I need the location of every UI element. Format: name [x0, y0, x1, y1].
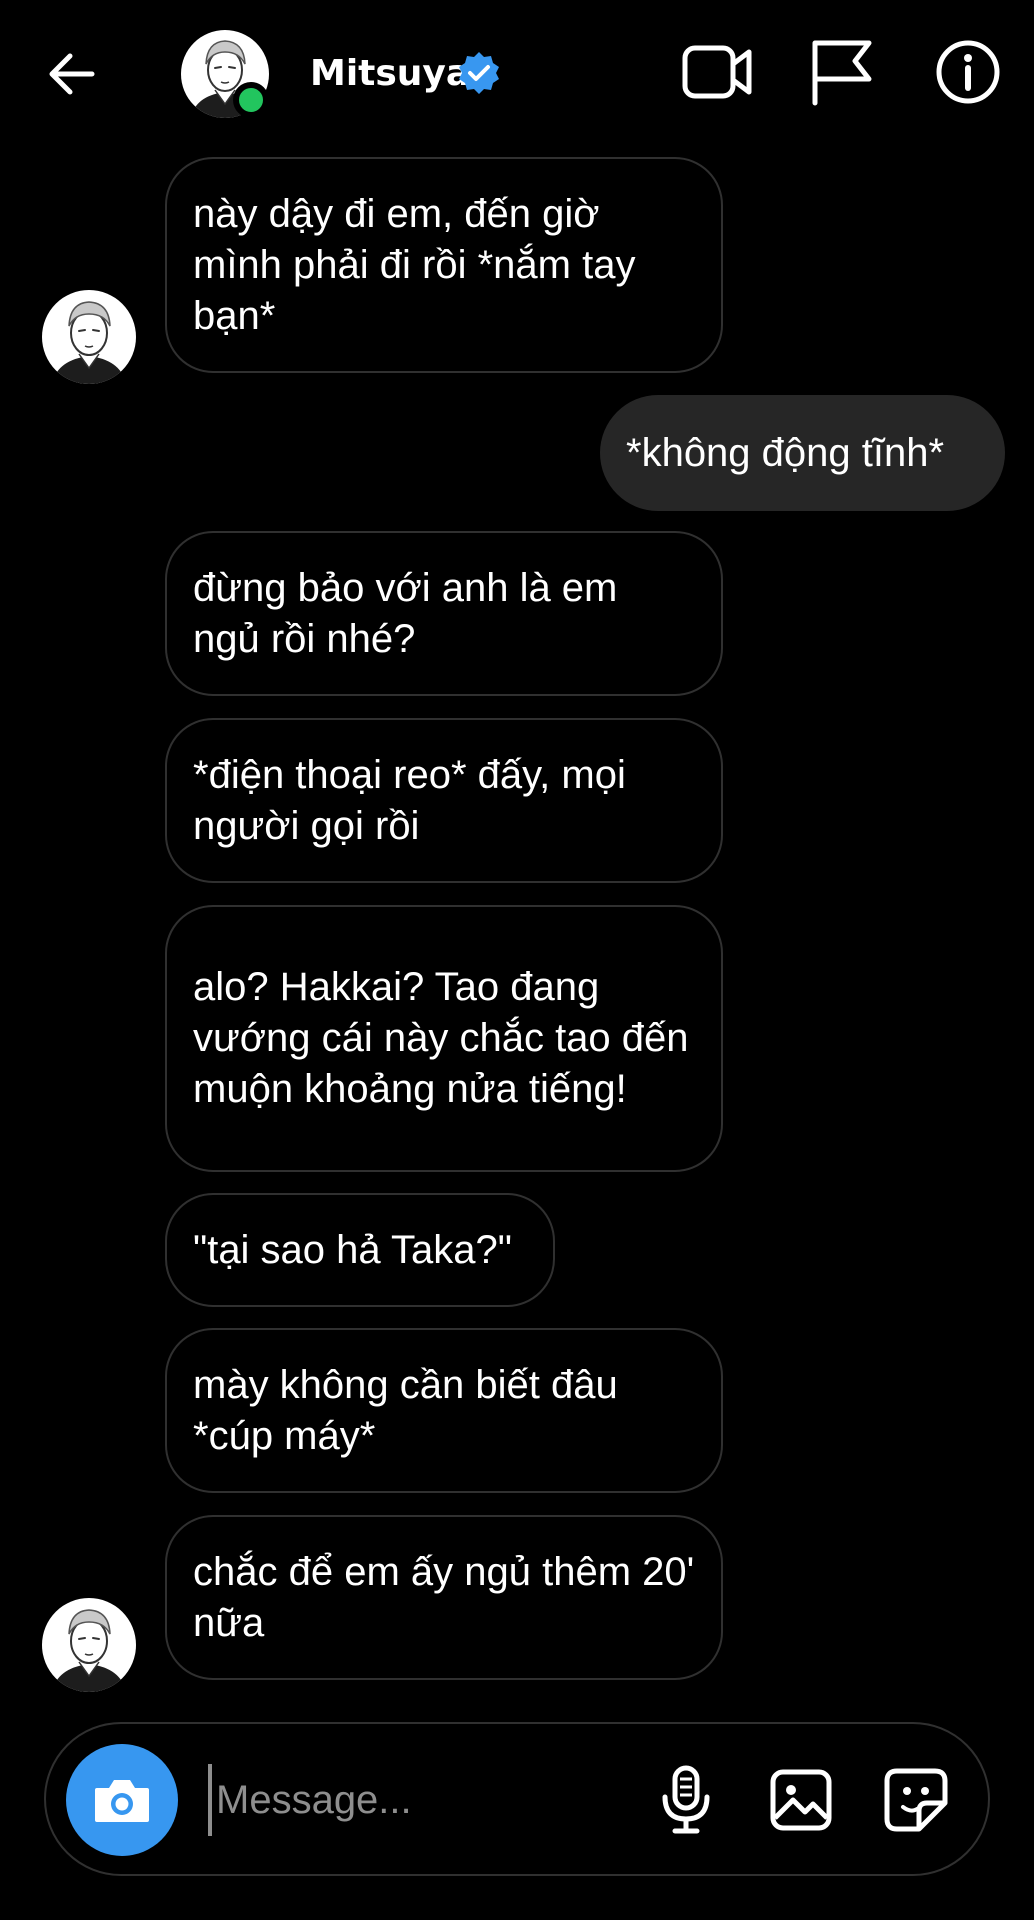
- info-button[interactable]: [926, 30, 1010, 114]
- message-text: *không động tĩnh*: [626, 430, 945, 475]
- back-button[interactable]: [36, 38, 108, 110]
- report-button[interactable]: [800, 30, 884, 114]
- message-text: "tại sao hả Taka?": [193, 1227, 512, 1272]
- incoming-message-bubble[interactable]: đừng bảo với anh là em ngủ rồi nhé?: [165, 531, 723, 696]
- message-input[interactable]: [208, 1764, 636, 1836]
- message-text: alo? Hakkai? Tao đang vướng cái này chắc…: [193, 965, 689, 1111]
- message-text: chắc để em ấy ngủ thêm 20' nữa: [193, 1549, 695, 1645]
- gallery-button[interactable]: [761, 1760, 841, 1840]
- sticker-icon: [884, 1768, 948, 1832]
- arrow-left-icon: [49, 53, 95, 95]
- contact-name[interactable]: Mitsuya: [310, 50, 470, 98]
- camera-button[interactable]: [66, 1744, 178, 1856]
- verified-badge-icon: [459, 52, 499, 94]
- incoming-message-bubble[interactable]: mày không cần biết đâu *cúp máy*: [165, 1328, 723, 1493]
- incoming-message-bubble[interactable]: "tại sao hả Taka?": [165, 1193, 555, 1307]
- avatar[interactable]: [42, 1598, 136, 1692]
- message-text: mày không cần biết đâu *cúp máy*: [193, 1362, 618, 1458]
- video-call-button[interactable]: [676, 30, 760, 114]
- message-text: đừng bảo với anh là em ngủ rồi nhé?: [193, 565, 618, 661]
- incoming-message-bubble[interactable]: alo? Hakkai? Tao đang vướng cái này chắc…: [165, 905, 723, 1172]
- message-text: này dậy đi em, đến giờ mình phải đi rồi …: [193, 191, 636, 338]
- info-icon: [936, 40, 1000, 104]
- incoming-message-bubble[interactable]: chắc để em ấy ngủ thêm 20' nữa: [165, 1515, 723, 1680]
- voice-message-button[interactable]: [646, 1760, 726, 1840]
- sticker-button[interactable]: [876, 1760, 956, 1840]
- chat-header: Mitsuya: [0, 0, 1034, 150]
- online-status-indicator: [233, 82, 269, 118]
- outgoing-message-bubble[interactable]: *không động tĩnh*: [600, 395, 1005, 511]
- avatar[interactable]: [42, 290, 136, 384]
- image-gallery-icon: [770, 1769, 832, 1831]
- microphone-icon: [662, 1765, 710, 1834]
- video-camera-icon: [682, 45, 752, 99]
- message-text: *điện thoại reo* đấy, mọi người gọi rồi: [193, 752, 626, 848]
- flag-icon: [812, 40, 872, 106]
- incoming-message-bubble[interactable]: này dậy đi em, đến giờ mình phải đi rồi …: [165, 157, 723, 373]
- incoming-message-bubble[interactable]: *điện thoại reo* đấy, mọi người gọi rồi: [165, 718, 723, 883]
- camera-icon: [95, 1780, 149, 1822]
- message-composer: [44, 1722, 990, 1876]
